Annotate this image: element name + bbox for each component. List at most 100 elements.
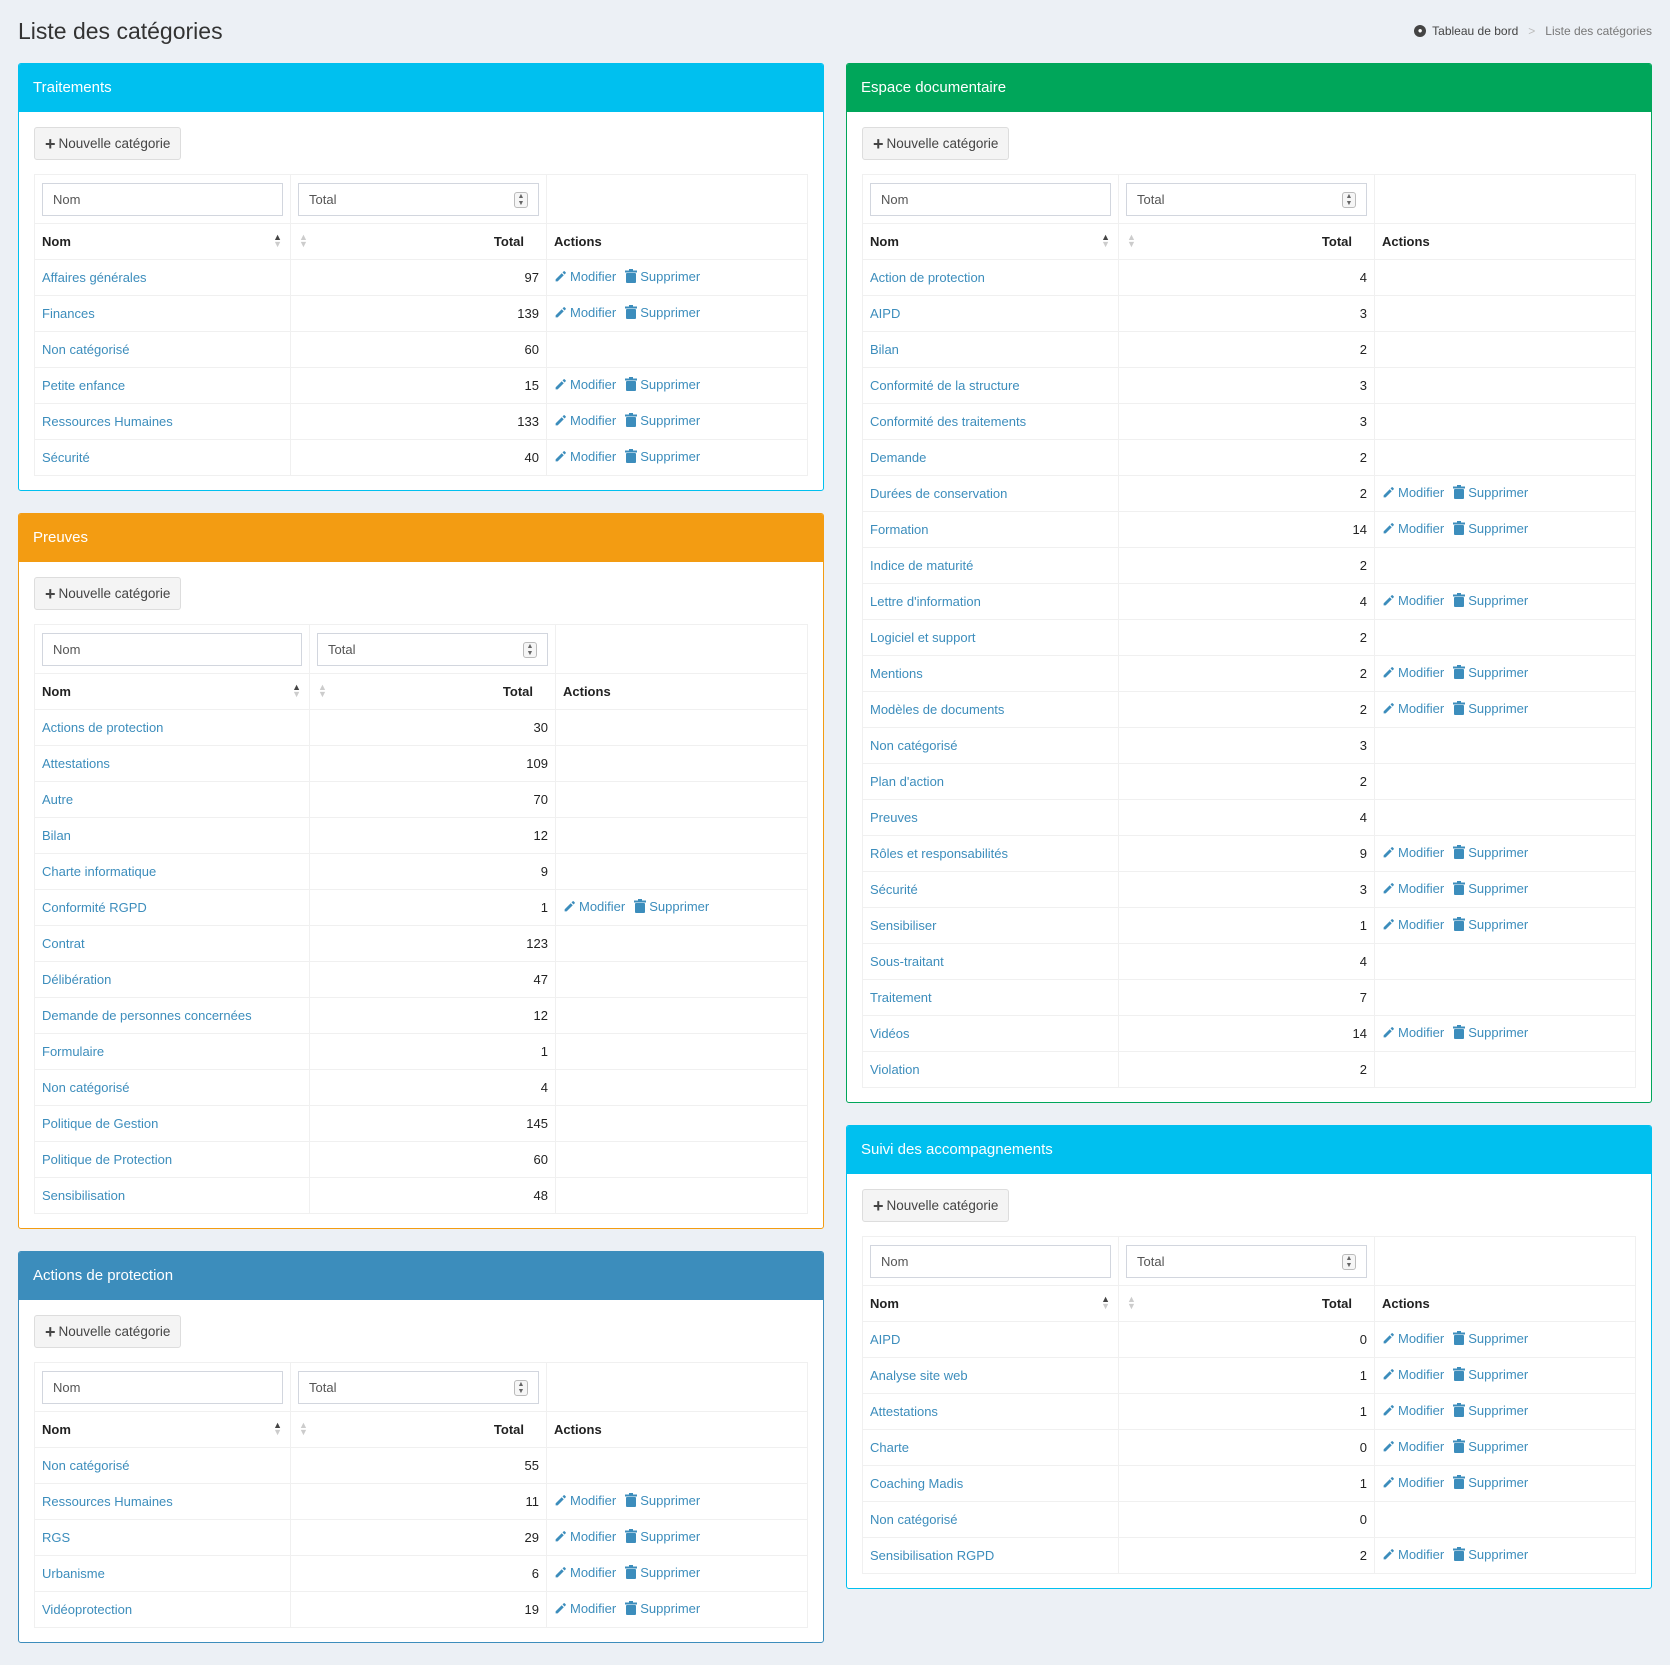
category-link[interactable]: Vidéoprotection: [42, 1602, 132, 1617]
total-filter-input[interactable]: Total ▲ ▼: [1126, 182, 1367, 216]
modifier-link[interactable]: Modifier: [563, 899, 625, 914]
category-link[interactable]: Sécurité: [42, 450, 90, 465]
supprimer-link[interactable]: Supprimer: [1453, 665, 1528, 680]
category-link[interactable]: Non catégorisé: [42, 1080, 129, 1095]
category-link[interactable]: Modèles de documents: [870, 702, 1004, 717]
supprimer-link[interactable]: Supprimer: [1453, 593, 1528, 608]
modifier-link[interactable]: Modifier: [1382, 1403, 1444, 1418]
supprimer-link[interactable]: Supprimer: [1453, 1331, 1528, 1346]
modifier-link[interactable]: Modifier: [554, 413, 616, 428]
supprimer-link[interactable]: Supprimer: [1453, 1439, 1528, 1454]
category-link[interactable]: Plan d'action: [870, 774, 944, 789]
category-link[interactable]: Formation: [870, 522, 929, 537]
category-link[interactable]: Charte: [870, 1440, 909, 1455]
modifier-link[interactable]: Modifier: [554, 1601, 616, 1616]
category-link[interactable]: Sensibiliser: [870, 918, 936, 933]
column-header-nom[interactable]: Nom ▲ ▼: [862, 1285, 1119, 1322]
column-header-nom[interactable]: Nom ▲ ▼: [34, 673, 310, 710]
supprimer-link[interactable]: Supprimer: [1453, 1367, 1528, 1382]
category-link[interactable]: Conformité de la structure: [870, 378, 1020, 393]
category-link[interactable]: Attestations: [42, 756, 110, 771]
category-link[interactable]: Attestations: [870, 1404, 938, 1419]
new-category-button[interactable]: + Nouvelle catégorie: [862, 127, 1010, 160]
supprimer-link[interactable]: Supprimer: [1453, 881, 1528, 896]
category-link[interactable]: Durées de conservation: [870, 486, 1007, 501]
category-link[interactable]: Actions de protection: [42, 720, 163, 735]
supprimer-link[interactable]: Supprimer: [1453, 1403, 1528, 1418]
supprimer-link[interactable]: Supprimer: [1453, 485, 1528, 500]
category-link[interactable]: Sensibilisation RGPD: [870, 1548, 994, 1563]
new-category-button[interactable]: + Nouvelle catégorie: [34, 127, 182, 160]
modifier-link[interactable]: Modifier: [554, 1493, 616, 1508]
supprimer-link[interactable]: Supprimer: [625, 1565, 700, 1580]
category-link[interactable]: Bilan: [42, 828, 71, 843]
supprimer-link[interactable]: Supprimer: [1453, 521, 1528, 536]
modifier-link[interactable]: Modifier: [1382, 917, 1444, 932]
category-link[interactable]: Coaching Madis: [870, 1476, 963, 1491]
new-category-button[interactable]: + Nouvelle catégorie: [34, 577, 182, 610]
supprimer-link[interactable]: Supprimer: [625, 269, 700, 284]
supprimer-link[interactable]: Supprimer: [1453, 1475, 1528, 1490]
supprimer-link[interactable]: Supprimer: [625, 1601, 700, 1616]
category-link[interactable]: AIPD: [870, 1332, 900, 1347]
category-link[interactable]: Vidéos: [870, 1026, 910, 1041]
supprimer-link[interactable]: Supprimer: [1453, 1547, 1528, 1562]
supprimer-link[interactable]: Supprimer: [625, 305, 700, 320]
nom-filter-input[interactable]: Nom: [870, 1244, 1111, 1278]
category-link[interactable]: Sécurité: [870, 882, 918, 897]
new-category-button[interactable]: + Nouvelle catégorie: [34, 1315, 182, 1348]
modifier-link[interactable]: Modifier: [554, 269, 616, 284]
column-header-nom[interactable]: Nom ▲ ▼: [34, 1411, 291, 1448]
supprimer-link[interactable]: Supprimer: [625, 1529, 700, 1544]
modifier-link[interactable]: Modifier: [554, 449, 616, 464]
spinner-icon[interactable]: ▲ ▼: [1342, 1253, 1356, 1270]
category-link[interactable]: Finances: [42, 306, 95, 321]
modifier-link[interactable]: Modifier: [554, 1565, 616, 1580]
category-link[interactable]: Politique de Protection: [42, 1152, 172, 1167]
supprimer-link[interactable]: Supprimer: [1453, 701, 1528, 716]
nom-filter-input[interactable]: Nom: [42, 1370, 283, 1404]
supprimer-link[interactable]: Supprimer: [1453, 917, 1528, 932]
spinner-icon[interactable]: ▲ ▼: [514, 191, 528, 208]
new-category-button[interactable]: + Nouvelle catégorie: [862, 1189, 1010, 1222]
category-link[interactable]: Urbanisme: [42, 1566, 105, 1581]
modifier-link[interactable]: Modifier: [1382, 665, 1444, 680]
modifier-link[interactable]: Modifier: [1382, 881, 1444, 896]
modifier-link[interactable]: Modifier: [1382, 1025, 1444, 1040]
category-link[interactable]: Non catégorisé: [42, 342, 129, 357]
column-header-total[interactable]: ▲ ▼ Total: [1118, 1285, 1375, 1322]
category-link[interactable]: Politique de Gestion: [42, 1116, 158, 1131]
category-link[interactable]: Charte informatique: [42, 864, 156, 879]
category-link[interactable]: Rôles et responsabilités: [870, 846, 1008, 861]
modifier-link[interactable]: Modifier: [1382, 1547, 1444, 1562]
modifier-link[interactable]: Modifier: [1382, 1439, 1444, 1454]
total-filter-input[interactable]: Total ▲ ▼: [298, 182, 539, 216]
supprimer-link[interactable]: Supprimer: [625, 377, 700, 392]
nom-filter-input[interactable]: Nom: [42, 182, 283, 216]
category-link[interactable]: Demande de personnes concernées: [42, 1008, 252, 1023]
category-link[interactable]: Affaires générales: [42, 270, 147, 285]
category-link[interactable]: Traitement: [870, 990, 932, 1005]
category-link[interactable]: Conformité RGPD: [42, 900, 147, 915]
spinner-icon[interactable]: ▲ ▼: [523, 641, 537, 658]
modifier-link[interactable]: Modifier: [554, 1529, 616, 1544]
modifier-link[interactable]: Modifier: [554, 305, 616, 320]
column-header-nom[interactable]: Nom ▲ ▼: [34, 223, 291, 260]
supprimer-link[interactable]: Supprimer: [625, 1493, 700, 1508]
category-link[interactable]: Conformité des traitements: [870, 414, 1026, 429]
modifier-link[interactable]: Modifier: [1382, 521, 1444, 536]
modifier-link[interactable]: Modifier: [1382, 1367, 1444, 1382]
category-link[interactable]: Action de protection: [870, 270, 985, 285]
category-link[interactable]: Sensibilisation: [42, 1188, 125, 1203]
column-header-total[interactable]: ▲ ▼ Total: [290, 223, 547, 260]
category-link[interactable]: Sous-traitant: [870, 954, 944, 969]
category-link[interactable]: Indice de maturité: [870, 558, 973, 573]
category-link[interactable]: Mentions: [870, 666, 923, 681]
category-link[interactable]: AIPD: [870, 306, 900, 321]
category-link[interactable]: Bilan: [870, 342, 899, 357]
category-link[interactable]: Preuves: [870, 810, 918, 825]
breadcrumb-home-link[interactable]: Tableau de bord: [1432, 24, 1518, 38]
supprimer-link[interactable]: Supprimer: [625, 449, 700, 464]
category-link[interactable]: RGS: [42, 1530, 70, 1545]
modifier-link[interactable]: Modifier: [1382, 593, 1444, 608]
